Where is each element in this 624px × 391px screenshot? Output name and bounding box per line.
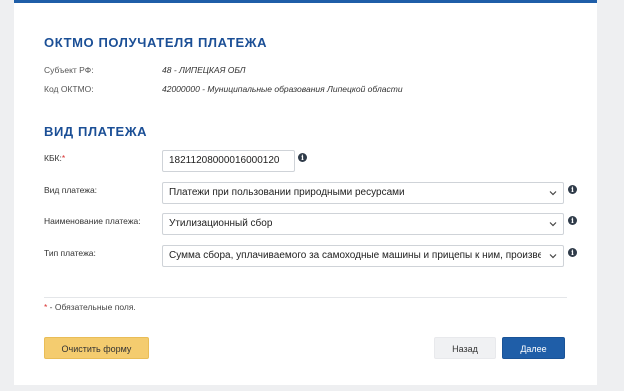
kbk-info-icon[interactable]: i (298, 153, 307, 162)
payment-name-info-icon[interactable]: i (568, 216, 577, 225)
chevron-down-icon (549, 254, 557, 259)
subject-label: Субъект РФ: (44, 65, 94, 75)
subject-value: 48 - ЛИПЕЦКАЯ ОБЛ (162, 65, 246, 75)
payment-section-title: ВИД ПЛАТЕЖА (44, 124, 148, 139)
payment-name-label: Наименование платежа: (44, 216, 141, 226)
payment-kind-label: Тип платежа: (44, 248, 96, 258)
oktmo-label: Код ОКТМО: (44, 84, 94, 94)
required-note: * - Обязательные поля. (44, 302, 136, 312)
next-button[interactable]: Далее (502, 337, 565, 359)
payment-kind-select[interactable]: Сумма сбора, уплачиваемого за самоходные… (162, 245, 564, 267)
kbk-label: КБК:* (44, 153, 66, 163)
divider (44, 297, 567, 298)
oktmo-value: 42000000 - Муниципальные образования Лип… (162, 84, 403, 94)
payment-type-label: Вид платежа: (44, 185, 98, 195)
kbk-input[interactable]: 18211208000016000120 (162, 150, 295, 172)
payment-type-select[interactable]: Платежи при пользовании природными ресур… (162, 182, 564, 204)
recipient-section-title: ОКТМО ПОЛУЧАТЕЛЯ ПЛАТЕЖА (44, 35, 268, 50)
payment-kind-info-icon[interactable]: i (568, 248, 577, 257)
required-mark: * (61, 153, 66, 163)
back-button[interactable]: Назад (434, 337, 496, 359)
chevron-down-icon (549, 222, 557, 227)
chevron-down-icon (549, 191, 557, 196)
payment-name-select[interactable]: Утилизационный сбор (162, 213, 564, 235)
payment-form-card: ОКТМО ПОЛУЧАТЕЛЯ ПЛАТЕЖА Субъект РФ: 48 … (14, 0, 597, 385)
clear-form-button[interactable]: Очистить форму (44, 337, 149, 359)
payment-type-info-icon[interactable]: i (568, 185, 577, 194)
